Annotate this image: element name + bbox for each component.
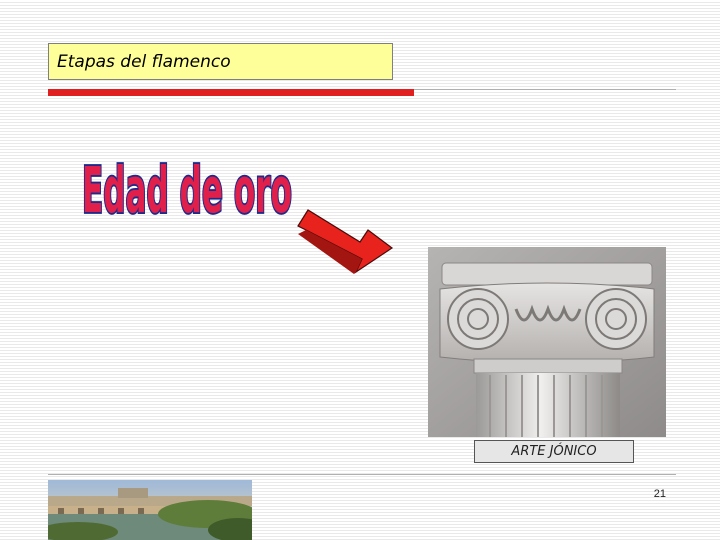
headline-text: Edad de oro <box>82 153 292 226</box>
red-arrow-icon <box>297 209 394 274</box>
page-number: 21 <box>653 488 666 500</box>
footer-landscape-image <box>48 480 252 540</box>
ionic-column-image <box>428 247 666 437</box>
headline-wordart: Edad de oro <box>81 152 294 228</box>
footer-divider-line <box>48 474 676 475</box>
image-caption: ARTE JÓNICO <box>474 440 634 463</box>
slide-title: Etapas del flamenco <box>48 43 393 80</box>
title-divider-line <box>414 89 676 90</box>
title-accent-bar <box>48 89 414 96</box>
